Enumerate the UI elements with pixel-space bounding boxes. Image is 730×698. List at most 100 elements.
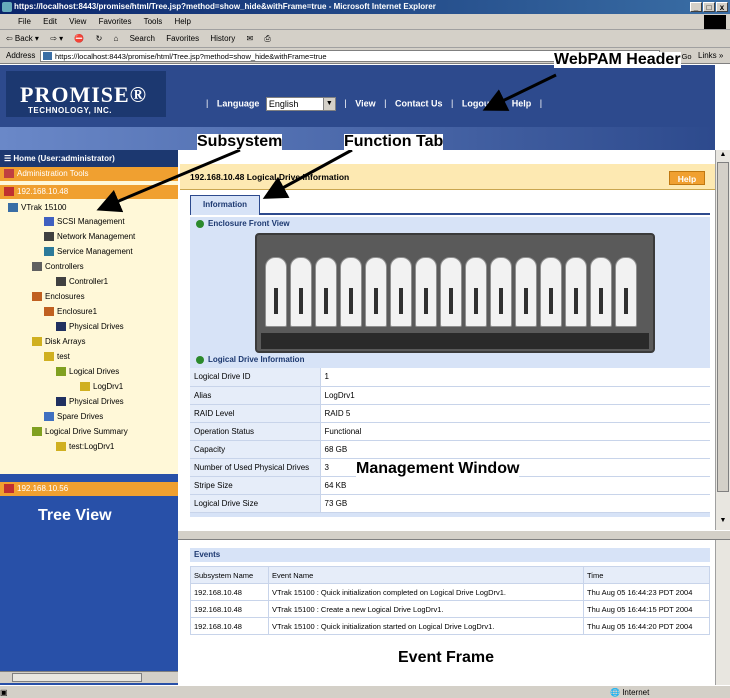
tree-item-vtrak[interactable]: VTrak 15100: [8, 201, 67, 215]
back-button[interactable]: ⇦ Back ▾: [6, 34, 39, 43]
nav-help[interactable]: Help: [512, 98, 532, 108]
tab-information[interactable]: Information: [190, 195, 260, 215]
nav-view[interactable]: View: [355, 98, 375, 108]
drive-bay[interactable]: [265, 257, 287, 327]
event-subsystem: 192.168.10.48: [190, 583, 269, 601]
tree-item-logical-drive-summary[interactable]: Logical Drive Summary: [32, 425, 128, 439]
table-row: Alias LogDrv1: [190, 386, 710, 405]
browser-toolbar: ⇦ Back ▾ ⇨ ▾ ⛔ ↻ ⌂ Search Favorites Hist…: [0, 30, 730, 48]
language-label: Language: [216, 98, 260, 109]
tree-horizontal-scrollbar[interactable]: [0, 671, 178, 683]
event-time: Thu Aug 05 16:44:15 PDT 2004: [583, 600, 710, 618]
drive-bay[interactable]: [515, 257, 537, 327]
drive-bay[interactable]: [490, 257, 512, 327]
favorites-button[interactable]: Favorites: [166, 34, 199, 43]
maximize-button[interactable]: □: [703, 2, 715, 12]
tree-item-physical-drives-array[interactable]: Physical Drives: [56, 395, 124, 409]
tree-item-subsystem-56[interactable]: 192.168.10.56: [0, 482, 178, 496]
logical-drive-info-title: Logical Drive Information: [194, 353, 304, 367]
mail-icon[interactable]: ✉: [246, 34, 253, 43]
drive-bay[interactable]: [590, 257, 612, 327]
tree-item-controllers[interactable]: Controllers: [32, 260, 84, 274]
event-name: VTrak 15100 : Quick initialization start…: [268, 617, 584, 635]
management-vertical-scrollbar[interactable]: ▲ ▼: [715, 150, 730, 530]
management-titlebar: 192.168.10.48 Logical Drive Information …: [180, 164, 715, 190]
close-button[interactable]: x: [716, 2, 728, 12]
table-row: 192.168.10.48 VTrak 15100 : Quick initia…: [190, 617, 710, 635]
enclosure-front-view[interactable]: [255, 233, 655, 353]
tree-item-label: Controllers: [45, 262, 84, 271]
search-button[interactable]: Search: [130, 34, 155, 43]
nav-contact-us[interactable]: Contact Us: [395, 98, 443, 108]
tree-item-logical-drives[interactable]: Logical Drives: [56, 365, 119, 379]
events-title: Events: [190, 548, 710, 562]
row-value: Functional: [320, 422, 710, 441]
menu-edit[interactable]: Edit: [43, 17, 57, 26]
drive-bay[interactable]: [565, 257, 587, 327]
scrollbar-thumb[interactable]: [717, 162, 729, 492]
table-row: Operation Status Functional: [190, 422, 710, 441]
drive-bay[interactable]: [290, 257, 312, 327]
home-icon: ☰: [4, 154, 14, 163]
tree-item-enclosure1[interactable]: Enclosure1: [44, 305, 97, 319]
ie-icon: [2, 2, 12, 12]
tree-item-network-management[interactable]: Network Management: [44, 230, 135, 244]
drive-bay[interactable]: [365, 257, 387, 327]
tree-item-test[interactable]: test: [44, 350, 70, 364]
row-value: LogDrv1: [320, 386, 710, 405]
menu-tools[interactable]: Tools: [144, 17, 163, 26]
drive-bay[interactable]: [465, 257, 487, 327]
tree-item-physical-drives-enc[interactable]: Physical Drives: [56, 320, 124, 334]
tree-item-test-logdrv1[interactable]: test:LogDrv1: [56, 440, 114, 454]
nav-logout[interactable]: Logout: [462, 98, 493, 108]
tree-item-disk-arrays[interactable]: Disk Arrays: [32, 335, 85, 349]
chevron-down-icon[interactable]: ▼: [322, 98, 335, 110]
menu-file[interactable]: File: [18, 17, 31, 26]
drive-bay[interactable]: [315, 257, 337, 327]
scrollbar-thumb[interactable]: [12, 673, 142, 682]
enclosures-icon: [32, 292, 42, 302]
menu-view[interactable]: View: [69, 17, 86, 26]
forward-button[interactable]: ⇨ ▾: [50, 34, 63, 43]
tree-item-subsystem-48[interactable]: 192.168.10.48: [0, 185, 178, 199]
help-button[interactable]: Help: [669, 171, 705, 185]
drive-bay[interactable]: [340, 257, 362, 327]
event-time: Thu Aug 05 16:44:23 PDT 2004: [583, 583, 710, 601]
drive-bay[interactable]: [390, 257, 412, 327]
tree-item-enclosures[interactable]: Enclosures: [32, 290, 85, 304]
drive-bay[interactable]: [540, 257, 562, 327]
refresh-icon[interactable]: ↻: [96, 34, 103, 43]
callout-tree-view: Tree View: [38, 507, 112, 524]
language-select[interactable]: English ▼: [265, 97, 336, 111]
physical-drives-icon: [56, 397, 66, 407]
tree-item-administration-tools[interactable]: Administration Tools: [0, 167, 178, 181]
events-table: Subsystem Name Event Name Time 192.168.1…: [190, 566, 710, 635]
frame-divider[interactable]: [178, 530, 730, 540]
scroll-up-icon[interactable]: ▲: [718, 151, 728, 161]
menu-favorites[interactable]: Favorites: [99, 17, 132, 26]
drive-bay[interactable]: [440, 257, 462, 327]
print-icon[interactable]: ⎙: [264, 34, 270, 43]
column-header: Subsystem Name: [190, 566, 269, 584]
links-button[interactable]: Links »: [698, 48, 723, 64]
tree-item-controller1[interactable]: Controller1: [56, 275, 108, 289]
menu-help[interactable]: Help: [175, 17, 191, 26]
history-button[interactable]: History: [210, 34, 235, 43]
tree-item-scsi-management[interactable]: SCSI Management: [44, 215, 125, 229]
tree-item-label: SCSI Management: [57, 217, 125, 226]
minimize-button[interactable]: _: [690, 2, 702, 12]
tree-item-spare-drives[interactable]: Spare Drives: [44, 410, 103, 424]
drive-bay[interactable]: [415, 257, 437, 327]
tree-item-label: Network Management: [57, 232, 136, 241]
scroll-down-icon[interactable]: ▼: [718, 517, 728, 527]
table-row: RAID Level RAID 5: [190, 404, 710, 423]
stop-icon[interactable]: ⛔: [74, 34, 84, 43]
tree-item-logdrv1[interactable]: LogDrv1: [80, 380, 123, 394]
tree-item-service-management[interactable]: Service Management: [44, 245, 133, 259]
home-icon[interactable]: ⌂: [114, 34, 119, 43]
drive-bay[interactable]: [615, 257, 637, 327]
events-vertical-scrollbar[interactable]: [715, 540, 730, 685]
table-row: Capacity 68 GB: [190, 440, 710, 459]
tree-home[interactable]: ☰ Home (User:administrator): [0, 150, 178, 167]
tree-item-label: Physical Drives: [69, 397, 124, 406]
